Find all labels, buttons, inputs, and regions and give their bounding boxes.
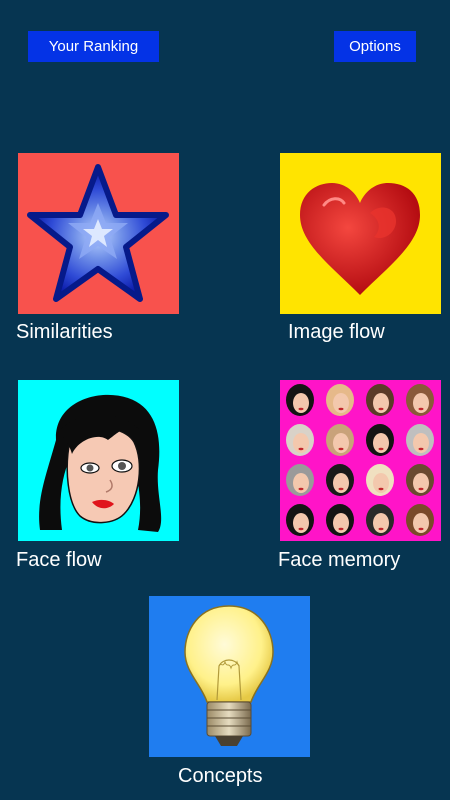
small-face-mouth-icon xyxy=(338,527,344,531)
similarities-tile[interactable] xyxy=(18,153,179,314)
lightbulb-icon xyxy=(149,596,310,757)
face-icon xyxy=(18,380,179,541)
similarities-label[interactable]: Similarities xyxy=(16,321,113,344)
star-icon xyxy=(18,153,179,314)
your-ranking-button[interactable]: Your Ranking xyxy=(28,31,159,62)
small-face-mouth-icon xyxy=(378,487,384,491)
small-face-mouth-icon xyxy=(338,447,344,451)
image-flow-label[interactable]: Image flow xyxy=(288,321,385,344)
small-face-mouth-icon xyxy=(418,407,424,411)
image-flow-tile[interactable] xyxy=(280,153,441,314)
small-face-mouth-icon xyxy=(298,487,304,491)
small-face-mouth-icon xyxy=(418,487,424,491)
concepts-tile[interactable] xyxy=(149,596,310,757)
heart-icon xyxy=(280,153,441,314)
small-face-mouth-icon xyxy=(418,527,424,531)
face-flow-tile[interactable] xyxy=(18,380,179,541)
small-face-mouth-icon xyxy=(298,527,304,531)
face-memory-label[interactable]: Face memory xyxy=(278,549,400,572)
small-face-mouth-icon xyxy=(378,407,384,411)
small-face-mouth-icon xyxy=(298,407,304,411)
options-button[interactable]: Options xyxy=(334,31,416,62)
concepts-label[interactable]: Concepts xyxy=(178,765,263,788)
small-face-mouth-icon xyxy=(338,487,344,491)
small-face-mouth-icon xyxy=(378,447,384,451)
small-face-mouth-icon xyxy=(298,447,304,451)
face-memory-tile[interactable] xyxy=(280,380,441,541)
small-face-mouth-icon xyxy=(418,447,424,451)
small-face-mouth-icon xyxy=(378,527,384,531)
face-flow-label[interactable]: Face flow xyxy=(16,549,102,572)
small-face-mouth-icon xyxy=(338,407,344,411)
faces-grid-icon xyxy=(280,380,441,541)
